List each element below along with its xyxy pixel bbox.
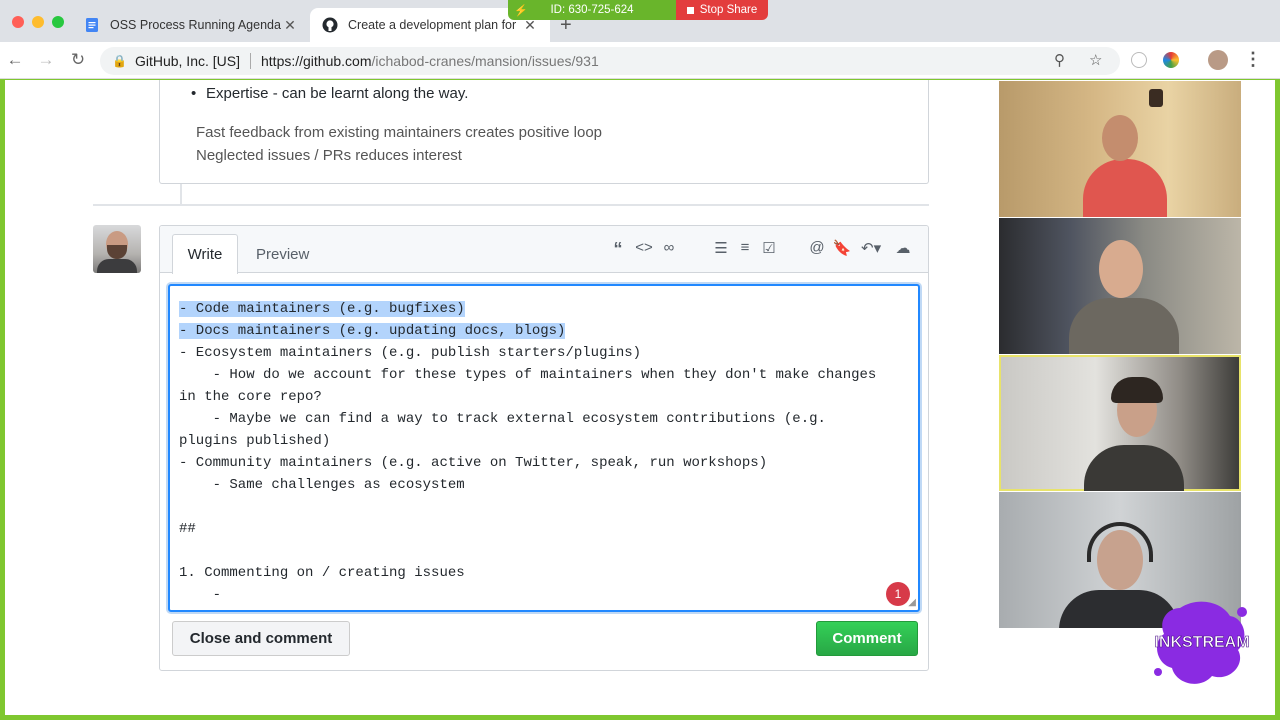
editor-line: - Community maintainers (e.g. active on … (179, 455, 768, 471)
zoom-icon[interactable]: ⚲ (1054, 51, 1065, 69)
participant-head (1099, 240, 1143, 298)
svg-text:INKSTREAM: INKSTREAM (1154, 634, 1249, 651)
editor-line: in the core repo? (179, 389, 322, 405)
bookmark-star-icon[interactable]: ☆ (1089, 51, 1102, 69)
inkstream-logo: INKSTREAM (1150, 598, 1254, 688)
timeline-divider (93, 204, 929, 206)
user-avatar[interactable] (93, 225, 141, 273)
stop-icon (686, 6, 694, 14)
editor-line: - (179, 587, 222, 603)
quote-icon[interactable]: “ (608, 239, 628, 260)
comment-button[interactable]: Comment (816, 621, 918, 656)
new-comment-form: Write Preview “ <> ∞ ☰ ≡ ☑ @ 🔖 ↶▾ ☁ - Co… (159, 225, 929, 671)
selected-text: - Code maintainers (e.g. bugfixes) (179, 301, 465, 317)
avatar-body (97, 259, 137, 273)
google-docs-icon (84, 17, 100, 33)
url-path: /ichabod-cranes/mansion/issues/931 (371, 53, 599, 69)
close-and-comment-button[interactable]: Close and comment (172, 621, 350, 656)
editor-line: - Docs maintainers (e.g. updating docs, … (179, 320, 566, 342)
mention-icon[interactable]: @ (807, 239, 827, 256)
editor-line: ## (179, 521, 196, 537)
github-icon (322, 17, 338, 33)
browser-toolbar: ← → ↻ 🔒 GitHub, Inc. [US] https://github… (0, 42, 1280, 79)
resize-handle-icon[interactable]: ◢ (908, 597, 916, 608)
back-arrow-icon[interactable]: ← (5, 50, 25, 70)
wall-object (1149, 89, 1163, 107)
meeting-id-badge: ⚡ ID: 630-725-624 (508, 0, 676, 20)
url-host: https://github.com (261, 53, 372, 69)
reload-icon[interactable]: ↻ (68, 50, 88, 70)
editor-line: - Code maintainers (e.g. bugfixes) (179, 298, 465, 320)
task-list-icon[interactable]: ☑ (759, 239, 779, 257)
meeting-id-label: ID: 630-725-624 (550, 4, 634, 16)
participant-hair (1111, 377, 1163, 403)
comment-text-line: Fast feedback from existing maintainers … (196, 124, 603, 141)
comment-form-header: Write Preview “ <> ∞ ☰ ≡ ☑ @ 🔖 ↶▾ ☁ (160, 226, 928, 274)
notification-badge[interactable]: 1 (886, 582, 910, 606)
comment-text-line: Neglected issues / PRs reduces interest (196, 147, 462, 164)
editor-line: 1. Commenting on / creating issues (179, 565, 465, 581)
participant-body (1083, 159, 1167, 217)
previous-comment-body: Expertise - can be learnt along the way.… (159, 80, 929, 184)
headset-icon (1087, 522, 1153, 562)
link-icon[interactable]: ∞ (659, 239, 679, 256)
address-bar[interactable]: 🔒 GitHub, Inc. [US] https://github.com /… (100, 47, 1120, 75)
participant-body (1084, 445, 1184, 491)
close-window-button[interactable] (12, 16, 24, 28)
maximize-window-button[interactable] (52, 16, 64, 28)
close-tab-icon[interactable]: ✕ (282, 17, 298, 34)
comment-textarea[interactable]: - Code maintainers (e.g. bugfixes) - Doc… (168, 284, 920, 612)
code-icon[interactable]: <> (634, 239, 654, 256)
extension-color-icon[interactable] (1163, 52, 1179, 68)
tab-write[interactable]: Write (172, 234, 238, 274)
editor-line: - Same challenges as ecosystem (179, 477, 465, 493)
editor-line: plugins published) (179, 433, 331, 449)
editor-line: - Maybe we can find a way to track exter… (179, 411, 826, 427)
editor-line: - Ecosystem maintainers (e.g. publish st… (179, 345, 642, 361)
browser-menu-icon[interactable]: ⋮ (1244, 49, 1262, 70)
bookmark-icon[interactable]: 🔖 (832, 239, 852, 257)
participant-head (1102, 115, 1138, 161)
video-participant-3-active-speaker[interactable] (999, 355, 1241, 491)
tab-oss-process-agenda[interactable]: OSS Process Running Agenda ✕ (72, 8, 310, 42)
certificate-org: GitHub, Inc. [US] (134, 53, 240, 69)
reply-dropdown-icon[interactable]: ↶▾ (861, 239, 881, 257)
minimize-window-button[interactable] (32, 16, 44, 28)
participant-body (1069, 298, 1179, 354)
stop-share-button[interactable]: Stop Share (676, 0, 768, 20)
cloud-upload-icon[interactable]: ☁ (893, 239, 913, 257)
selected-text: - Docs maintainers (e.g. updating docs, … (179, 323, 566, 339)
forward-arrow-icon[interactable]: → (36, 50, 56, 70)
numbered-list-icon[interactable]: ≡ (735, 239, 755, 256)
lightning-icon: ⚡ (514, 4, 528, 17)
list-item: Expertise - can be learnt along the way. (191, 85, 468, 102)
extension-info-icon[interactable] (1131, 52, 1147, 68)
lock-icon: 🔒 (112, 54, 127, 68)
bulleted-list-icon[interactable]: ☰ (711, 239, 731, 257)
tab-preview[interactable]: Preview (246, 234, 319, 274)
avatar-beard (107, 245, 127, 259)
screen-share-bar: ⚡ ID: 630-725-624 Stop Share (508, 0, 768, 20)
editor-line: - How do we account for these types of m… (179, 367, 877, 383)
tab-title: OSS Process Running Agenda (110, 18, 281, 32)
profile-avatar[interactable] (1208, 50, 1228, 70)
stop-share-label: Stop Share (699, 4, 758, 16)
address-separator (250, 53, 251, 69)
video-participant-2[interactable] (999, 218, 1241, 354)
tab-title: Create a development plan for (348, 18, 517, 32)
timeline-line (180, 184, 182, 204)
video-participant-1[interactable] (999, 81, 1241, 217)
